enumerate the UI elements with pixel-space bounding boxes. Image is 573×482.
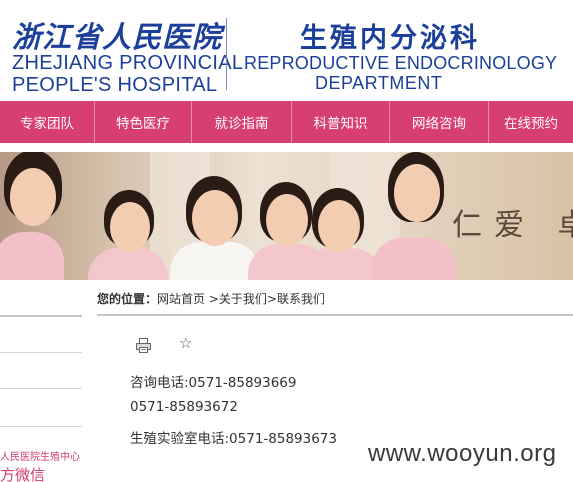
department-name-en-line2: DEPARTMENT [315, 73, 443, 93]
department-name-en-line1: REPRODUCTIVE ENDOCRINOLOGY [244, 53, 558, 73]
nav-item-visit-guide[interactable]: 就诊指南 [192, 101, 292, 143]
breadcrumb-divider [97, 314, 573, 316]
consult-phone: 咨询电话:0571-85893669 [130, 375, 297, 391]
print-icon[interactable] [136, 338, 151, 353]
star-icon[interactable]: ☆ [179, 336, 192, 351]
hospital-logo-cn[interactable]: 浙江省人民医院 [12, 14, 222, 56]
site-header: 浙江省人民医院 ZHEJIANG PROVINCIAL PEOPLE'S HOS… [0, 0, 573, 101]
main-nav: 专家团队 特色医疗 就诊指南 科普知识 网络咨询 在线预约 [0, 101, 573, 143]
department-name-cn: 生殖内分泌科 [300, 23, 480, 54]
breadcrumb-prefix: 您的位置： [97, 292, 158, 306]
watermark: www.wooyun.org [368, 440, 557, 467]
nav-item-online-consult[interactable]: 网络咨询 [390, 101, 489, 143]
banner-slogan: 仁爱 卓 [452, 208, 573, 243]
sidebar-divider [0, 388, 82, 389]
hospital-name-en-line1: ZHEJIANG PROVINCIAL [12, 52, 244, 74]
consult-phone-2: 0571-85893672 [130, 399, 238, 415]
header-divider [226, 18, 227, 90]
banner-image: 仁爱 卓 [0, 152, 573, 280]
nav-item-special-care[interactable]: 特色医疗 [95, 101, 192, 143]
sidebar-wechat-label[interactable]: 方微信 [0, 464, 45, 482]
nav-item-expert-team[interactable]: 专家团队 [0, 101, 95, 143]
hospital-name-en-line2: PEOPLE'S HOSPITAL [12, 74, 218, 96]
breadcrumb: 您的位置：网站首页 >关于我们>联系我们 [97, 290, 325, 307]
sidebar-divider [0, 352, 82, 353]
left-sidebar: 人民医院生殖中心 方微信 [0, 280, 82, 482]
nav-item-health-knowledge[interactable]: 科普知识 [292, 101, 390, 143]
sidebar-center-label: 人民医院生殖中心 [0, 452, 80, 463]
sidebar-divider [0, 426, 82, 427]
sidebar-divider [0, 315, 82, 317]
nav-item-online-booking[interactable]: 在线预约 [489, 101, 573, 143]
breadcrumb-path[interactable]: 网站首页 >关于我们>联系我们 [157, 292, 325, 306]
lab-phone: 生殖实验室电话:0571-85893673 [130, 431, 337, 447]
